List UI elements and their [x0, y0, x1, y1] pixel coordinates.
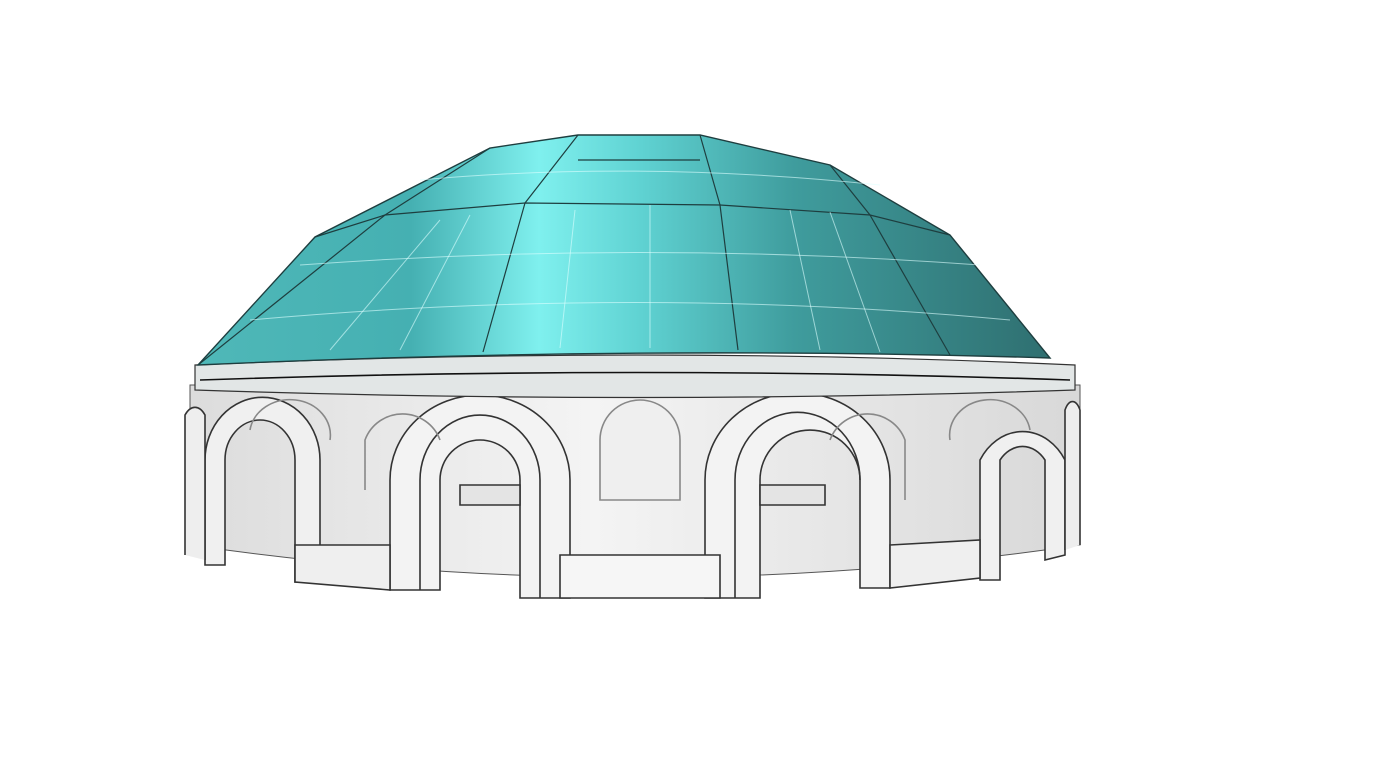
glass-dome: [196, 134, 1052, 366]
drum-ring: [194, 354, 1076, 399]
dome-render: [184, 134, 1081, 599]
